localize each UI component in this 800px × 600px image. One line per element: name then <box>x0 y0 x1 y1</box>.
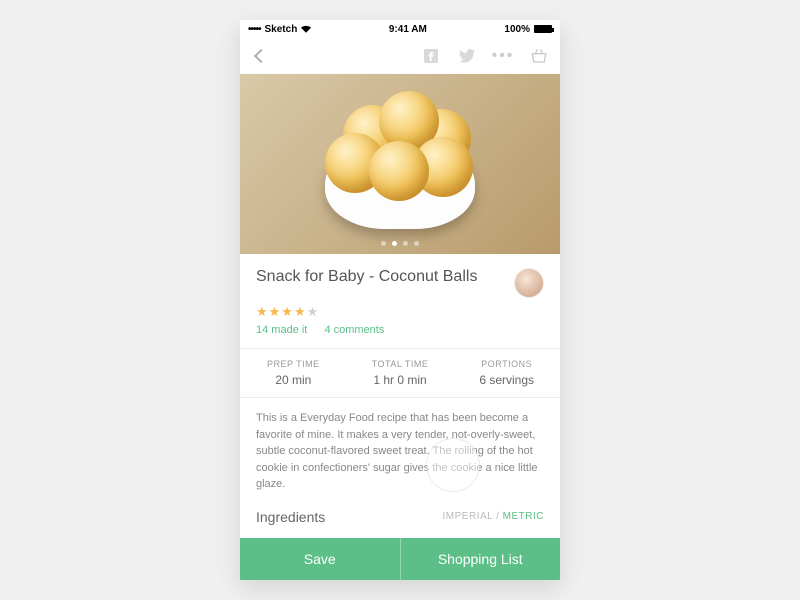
rating-stars[interactable]: ★★★★★ <box>240 304 560 320</box>
signal-dots: ••••• <box>248 24 261 35</box>
unit-metric[interactable]: METRIC <box>503 511 544 522</box>
total-label: TOTAL TIME <box>347 359 454 369</box>
total-value: 1 hr 0 min <box>347 373 454 387</box>
prep-value: 20 min <box>240 373 347 387</box>
ingredients-heading: Ingredients <box>256 509 325 525</box>
clock: 9:41 AM <box>389 24 427 35</box>
content-area: Snack for Baby - Coconut Balls ★★★★★ 14 … <box>240 254 560 538</box>
made-it-link[interactable]: 14 made it <box>256 324 307 336</box>
carrier-label: Sketch <box>265 24 298 35</box>
facebook-icon[interactable] <box>422 47 440 65</box>
comments-link[interactable]: 4 comments <box>324 324 384 336</box>
recipe-description: This is a Everyday Food recipe that has … <box>240 398 560 505</box>
image-pager[interactable] <box>240 241 560 246</box>
phone-frame: ••••• Sketch 9:41 AM 100% ••• <box>240 20 560 580</box>
status-bar: ••••• Sketch 9:41 AM 100% <box>240 20 560 38</box>
nav-bar: ••• <box>240 38 560 74</box>
unit-imperial[interactable]: IMPERIAL <box>443 511 493 522</box>
basket-icon[interactable] <box>530 47 548 65</box>
recipe-title: Snack for Baby - Coconut Balls <box>256 268 477 286</box>
save-button[interactable]: Save <box>240 538 400 580</box>
battery-icon <box>534 25 552 33</box>
hero-image[interactable] <box>240 74 560 254</box>
more-icon[interactable]: ••• <box>494 47 512 65</box>
unit-toggle[interactable]: IMPERIAL / METRIC <box>443 511 545 522</box>
author-avatar[interactable] <box>514 268 544 298</box>
recipe-stats: PREP TIME 20 min TOTAL TIME 1 hr 0 min P… <box>240 348 560 398</box>
twitter-icon[interactable] <box>458 47 476 65</box>
battery-percent: 100% <box>504 24 530 35</box>
portions-value: 6 servings <box>453 373 560 387</box>
shopping-list-button[interactable]: Shopping List <box>400 538 561 580</box>
recipe-meta-links: 14 made it 4 comments <box>240 320 560 348</box>
bottom-bar: Save Shopping List <box>240 538 560 580</box>
back-button[interactable] <box>252 47 270 65</box>
prep-label: PREP TIME <box>240 359 347 369</box>
wifi-icon <box>301 25 311 33</box>
portions-label: PORTIONS <box>453 359 560 369</box>
